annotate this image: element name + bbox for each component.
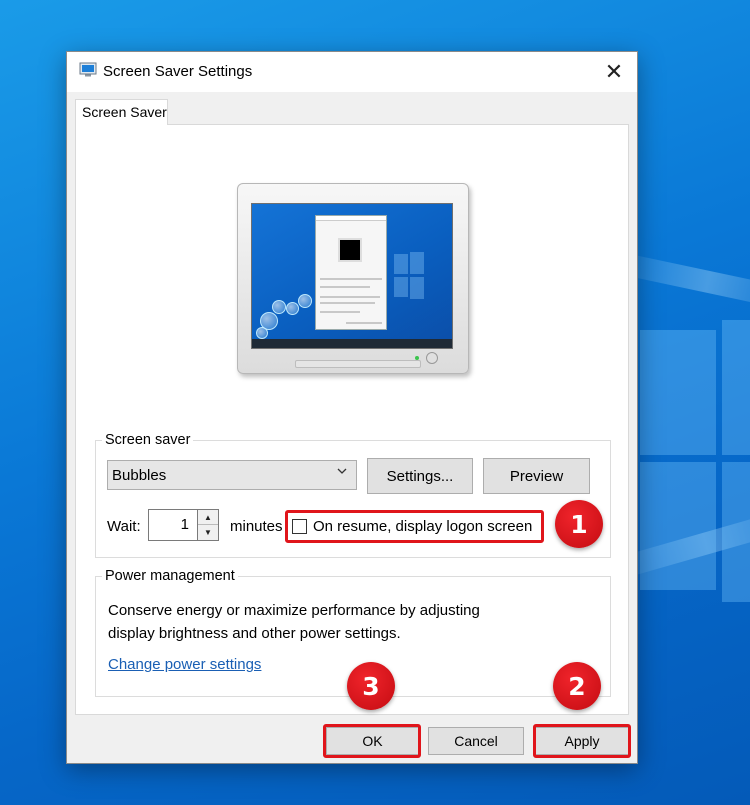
power-description-line-1: Conserve energy or maximize performance …	[108, 602, 480, 619]
mini-taskbar	[252, 339, 452, 348]
settings-button[interactable]: Settings...	[367, 458, 473, 494]
bubble	[272, 300, 286, 314]
preview-button[interactable]: Preview	[483, 458, 590, 494]
tab-screen-saver[interactable]: Screen Saver	[75, 99, 168, 125]
power-management-group-label: Power management	[102, 568, 238, 584]
title-bar: Screen Saver Settings ✕	[67, 52, 637, 92]
screen-saver-selected-value: Bubbles	[112, 467, 166, 484]
resume-checkbox-highlight	[285, 510, 544, 543]
chevron-down-icon	[336, 465, 348, 480]
mini-windows-logo	[394, 277, 408, 297]
stepper-down-icon[interactable]: ▼	[198, 525, 218, 540]
annotation-badge-1: 1	[555, 500, 603, 548]
stepper-up-icon[interactable]: ▲	[198, 510, 218, 525]
windows-logo-pane	[640, 330, 716, 455]
windows-logo-pane	[722, 462, 750, 602]
power-description-line-2: display brightness and other power setti…	[108, 625, 401, 642]
bubble	[286, 302, 299, 315]
power-led	[415, 356, 419, 360]
screen-saver-group-label: Screen saver	[102, 432, 193, 448]
monitor-app-icon	[79, 62, 97, 78]
preview-screen	[251, 203, 453, 349]
screen-saver-preview-monitor	[237, 183, 469, 374]
close-button[interactable]: ✕	[591, 52, 637, 92]
window-title: Screen Saver Settings	[103, 63, 252, 80]
wait-minutes-stepper[interactable]: ▲ ▼	[198, 509, 219, 541]
screen-saver-settings-dialog: Screen Saver Settings ✕ Screen Saver	[66, 51, 638, 764]
bubble	[256, 327, 268, 339]
cancel-button[interactable]: Cancel	[428, 727, 524, 755]
annotation-badge-3: 3	[347, 662, 395, 710]
close-icon: ✕	[605, 60, 623, 85]
mini-dialog	[315, 215, 387, 330]
power-knob	[426, 352, 438, 364]
change-power-settings-link[interactable]: Change power settings	[108, 656, 261, 673]
mini-windows-logo	[410, 252, 424, 274]
screen-saver-select[interactable]: Bubbles	[107, 460, 357, 490]
ok-button-highlight	[323, 724, 421, 758]
annotation-badge-2: 2	[553, 662, 601, 710]
monitor-base	[295, 360, 421, 368]
bubble	[298, 294, 312, 308]
wait-minutes-input[interactable]: 1	[148, 509, 198, 541]
mini-windows-logo	[394, 254, 408, 274]
windows-logo-pane	[722, 320, 750, 455]
minutes-label: minutes	[230, 518, 283, 535]
windows-logo-pane	[640, 462, 716, 590]
apply-button-highlight	[533, 724, 631, 758]
wait-label: Wait:	[107, 518, 141, 535]
mini-windows-logo	[410, 277, 424, 299]
